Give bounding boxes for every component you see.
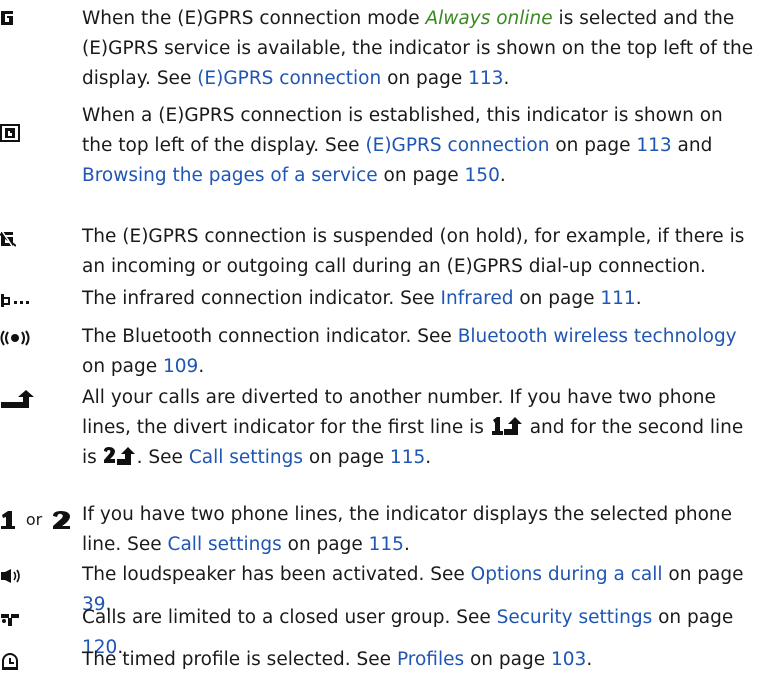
text-segment: The loudspeaker has been activated. See (82, 564, 471, 585)
text-segment: on page (82, 356, 164, 377)
link-bluetooth[interactable]: Bluetooth wireless technology (458, 326, 737, 347)
text-segment: on page (652, 607, 734, 628)
divert-line2-icon (103, 446, 137, 466)
divert-line1-icon (490, 416, 524, 436)
line-2-icon (52, 510, 72, 530)
loudspeaker-icon (0, 568, 70, 584)
text-segment: . (198, 356, 205, 377)
or-label: or (25, 510, 43, 529)
text-segment: on page (549, 135, 637, 156)
link-page-115[interactable]: 115 (390, 447, 425, 468)
text-segment: on page (377, 165, 465, 186)
bluetooth-icon (0, 330, 70, 346)
link-browsing-the-pages[interactable]: Browsing the pages of a service (82, 165, 378, 186)
link-page-113[interactable]: 113 (636, 135, 671, 156)
text-segment: . See (136, 447, 189, 468)
text-segment: on page (464, 649, 551, 670)
link-security-settings[interactable]: Security settings (497, 607, 653, 628)
gprs-suspended-icon (0, 231, 70, 249)
text-segment: on page (662, 564, 744, 585)
link-infrared[interactable]: Infrared (441, 288, 514, 309)
entry-text: The (E)GPRS connection is suspended (on … (82, 222, 757, 282)
text-segment: . (499, 165, 506, 186)
text-segment: The (E)GPRS connection is suspended (on … (82, 226, 745, 277)
text-segment: . (586, 649, 593, 670)
link-gprs-connection[interactable]: (E)GPRS connection (197, 68, 381, 89)
entry-text: The timed profile is selected. See Profi… (82, 645, 757, 675)
entry-text: If you have two phone lines, the indicat… (82, 500, 757, 560)
line-1-icon (0, 510, 16, 530)
text-segment: . (503, 68, 510, 89)
link-page-111[interactable]: 111 (600, 288, 635, 309)
link-call-settings[interactable]: Call settings (168, 534, 282, 555)
text-segment: and (671, 135, 713, 156)
text-segment: on page (381, 68, 469, 89)
infrared-icon (0, 293, 70, 307)
link-gprs-connection[interactable]: (E)GPRS connection (365, 135, 549, 156)
link-call-settings[interactable]: Call settings (189, 447, 303, 468)
link-options-during-call[interactable]: Options during a call (471, 564, 663, 585)
link-page-103[interactable]: 103 (551, 649, 586, 670)
text-segment: Calls are limited to a closed user group… (82, 607, 497, 628)
gprs-available-icon (0, 10, 70, 26)
always-online-term: Always online (425, 8, 553, 29)
text-segment: The infrared connection indicator. See (82, 288, 441, 309)
link-page-113[interactable]: 113 (468, 68, 503, 89)
link-page-115[interactable]: 115 (369, 534, 404, 555)
timed-profile-icon (0, 653, 70, 673)
text-segment: on page (303, 447, 390, 468)
closed-user-group-icon (0, 612, 70, 628)
text-segment: The timed profile is selected. See (82, 649, 397, 670)
entry-text: When the (E)GPRS connection mode Always … (82, 4, 757, 94)
link-profiles[interactable]: Profiles (397, 649, 464, 670)
text-segment: . (403, 534, 410, 555)
link-page-109[interactable]: 109 (163, 356, 198, 377)
divert-icon (0, 389, 70, 409)
entry-text: The Bluetooth connection indicator. See … (82, 322, 757, 382)
text-segment: . (425, 447, 432, 468)
text-segment: on page (513, 288, 601, 309)
entry-text: The infrared connection indicator. See I… (82, 284, 757, 314)
text-segment: . (635, 288, 642, 309)
text-segment: When the (E)GPRS connection mode (82, 8, 426, 29)
entry-text: When a (E)GPRS connection is established… (82, 101, 757, 191)
link-page-150[interactable]: 150 (465, 165, 500, 186)
text-segment: on page (281, 534, 369, 555)
gprs-connected-icon (0, 124, 70, 142)
text-segment: The Bluetooth connection indicator. See (82, 326, 458, 347)
entry-text: All your calls are diverted to another n… (82, 383, 757, 473)
